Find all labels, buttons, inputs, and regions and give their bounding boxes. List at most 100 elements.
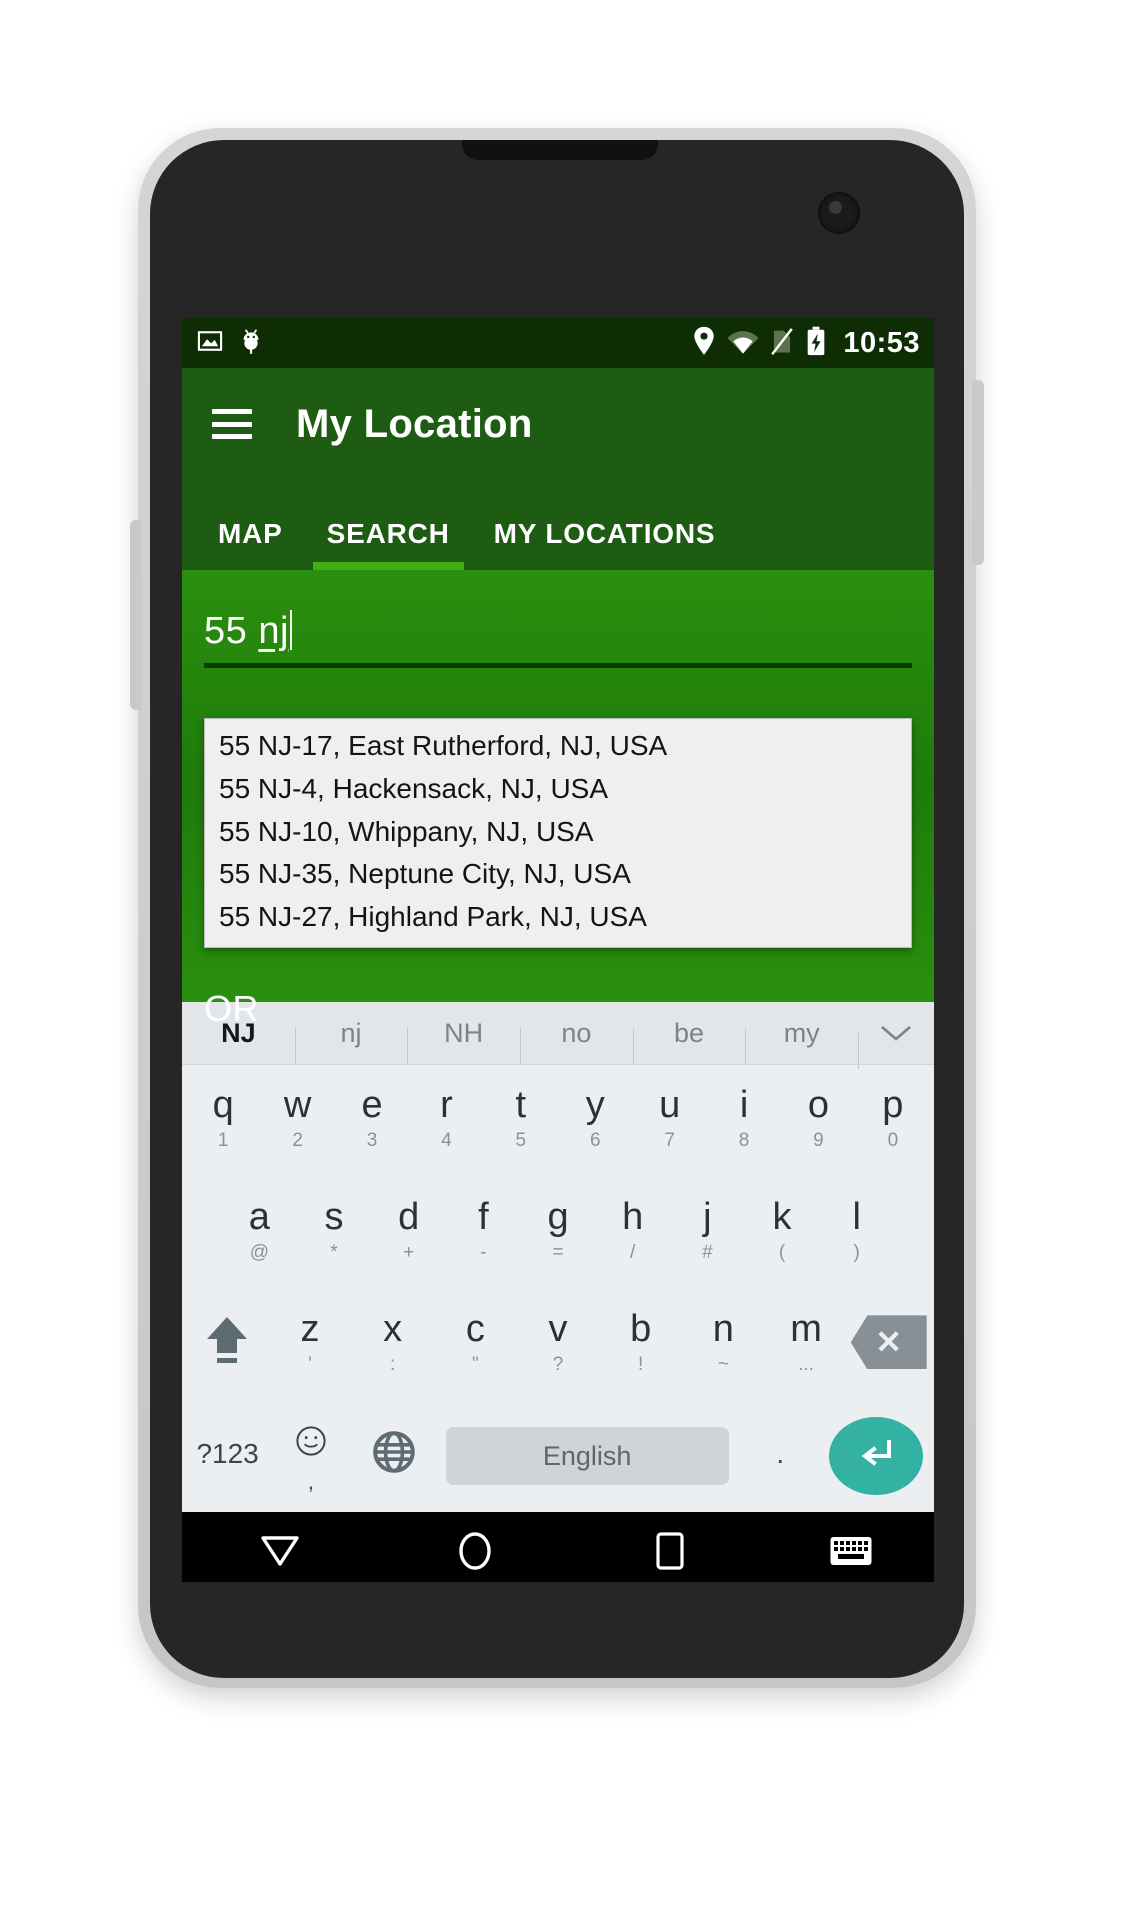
key-g[interactable]: g = xyxy=(521,1177,596,1289)
key-sublabel: 5 xyxy=(515,1130,527,1152)
key-sublabel: 8 xyxy=(738,1130,750,1152)
key-n[interactable]: n ~ xyxy=(682,1289,765,1401)
key-j[interactable]: j # xyxy=(670,1177,745,1289)
suggestion-chip[interactable]: nj xyxy=(294,1018,408,1064)
android-debug-icon xyxy=(238,326,264,361)
home-circle-icon[interactable] xyxy=(377,1528,572,1574)
key-y[interactable]: y6 xyxy=(558,1065,632,1177)
suggestion-chip[interactable]: NJ xyxy=(182,1018,295,1049)
enter-key[interactable] xyxy=(828,1417,923,1496)
key-o[interactable]: o9 xyxy=(781,1065,855,1177)
chevron-down-icon[interactable] xyxy=(858,1023,934,1069)
search-input[interactable]: 55 nj xyxy=(204,610,292,653)
key-sublabel: 4 xyxy=(441,1130,452,1152)
key-label: r xyxy=(440,1084,453,1127)
key-label: c xyxy=(465,1307,485,1350)
search-input-prefix: 55 xyxy=(204,610,259,652)
enter-return-icon xyxy=(853,1434,899,1479)
key-f[interactable]: f- xyxy=(446,1177,521,1289)
key-sublabel: @ xyxy=(249,1242,269,1264)
emoji-key[interactable]: , xyxy=(269,1424,352,1494)
wifi-icon xyxy=(727,327,759,360)
status-bar-system-icons: 10:53 xyxy=(692,326,920,361)
keyboard-row-4: ?123 , English . xyxy=(182,1400,934,1512)
volume-button[interactable] xyxy=(130,520,142,710)
key-label: i xyxy=(739,1084,749,1127)
symbols-key[interactable]: ?123 xyxy=(186,1400,269,1512)
key-sublabel: - xyxy=(480,1242,487,1264)
keyboard-toggle-icon[interactable] xyxy=(768,1534,934,1568)
key-sublabel: ! xyxy=(638,1353,644,1375)
key-sublabel: / xyxy=(630,1242,636,1264)
app-bar: My Location xyxy=(182,368,934,480)
key-sublabel: ~ xyxy=(717,1353,729,1375)
key-sublabel: 9 xyxy=(813,1130,824,1152)
location-pin-icon xyxy=(692,326,716,361)
key-b[interactable]: b! xyxy=(599,1289,682,1401)
key-sublabel: " xyxy=(471,1353,479,1375)
shift-key[interactable] xyxy=(186,1289,269,1401)
navigation-bar xyxy=(182,1512,934,1582)
key-sublabel: ( xyxy=(778,1242,786,1264)
suggestion-chip[interactable]: no xyxy=(520,1018,633,1064)
phone-screen: 10:53 My Location MAP SEARCH MY LOCATION… xyxy=(182,318,934,1582)
tab-my-locations[interactable]: MY LOCATIONS xyxy=(472,518,738,570)
suggestion-chip[interactable]: NH xyxy=(407,1018,520,1064)
page-title: My Location xyxy=(296,401,533,446)
hamburger-menu-icon[interactable] xyxy=(212,409,252,439)
list-item[interactable]: 55 NJ-17, East Rutherford, NJ, USA xyxy=(205,725,911,768)
tab-map[interactable]: MAP xyxy=(196,518,305,570)
key-label: d xyxy=(398,1196,420,1239)
key-w[interactable]: w2 xyxy=(260,1065,334,1177)
key-s[interactable]: s * xyxy=(297,1177,372,1289)
recents-square-icon[interactable] xyxy=(573,1529,768,1573)
key-l[interactable]: l) xyxy=(819,1177,894,1289)
key-z[interactable]: z ' xyxy=(269,1289,352,1401)
list-item[interactable]: 55 NJ-4, Hackensack, NJ, USA xyxy=(205,768,911,811)
key-h[interactable]: h / xyxy=(595,1177,670,1289)
key-label: e xyxy=(361,1084,383,1127)
period-key[interactable]: . xyxy=(739,1400,822,1512)
space-key[interactable]: English xyxy=(445,1427,729,1486)
suggestion-chip[interactable]: be xyxy=(632,1018,746,1064)
key-u[interactable]: u7 xyxy=(632,1065,706,1177)
backspace-key[interactable]: ✕ xyxy=(847,1289,930,1401)
key-p[interactable]: p0 xyxy=(856,1065,930,1177)
list-item[interactable]: 55 NJ-10, Whippany, NJ, USA xyxy=(205,811,911,854)
key-r[interactable]: r4 xyxy=(409,1065,483,1177)
tab-search[interactable]: SEARCH xyxy=(305,518,472,570)
language-switch-key[interactable] xyxy=(352,1400,435,1512)
key-sublabel: # xyxy=(702,1242,713,1264)
text-caret xyxy=(289,610,292,650)
suggestion-chip[interactable]: my xyxy=(745,1018,858,1064)
no-sim-icon xyxy=(770,326,794,361)
list-item[interactable]: 55 NJ-27, Highland Park, NJ, USA xyxy=(205,896,911,939)
list-item[interactable]: 55 NJ-35, Neptune City, NJ, USA xyxy=(205,853,911,896)
key-label: n xyxy=(712,1307,734,1350)
key-a[interactable]: a @ xyxy=(222,1177,297,1289)
key-e[interactable]: e3 xyxy=(335,1065,409,1177)
keyboard-suggestion-strip: NJ nj NH no be my xyxy=(182,1002,934,1069)
key-sublabel: * xyxy=(330,1242,338,1264)
key-label: v xyxy=(548,1307,568,1350)
key-i[interactable]: i8 xyxy=(707,1065,781,1177)
key-c[interactable]: c " xyxy=(434,1289,517,1401)
screenshot-image-icon xyxy=(196,327,224,360)
key-k[interactable]: k( xyxy=(745,1177,820,1289)
key-label: m xyxy=(790,1307,822,1350)
status-bar-notifications xyxy=(196,326,264,361)
key-m[interactable]: m... xyxy=(765,1289,848,1401)
key-sublabel: , xyxy=(307,1468,314,1494)
key-t[interactable]: t5 xyxy=(484,1065,558,1177)
power-button[interactable] xyxy=(972,380,984,565)
search-field-wrapper: 55 nj xyxy=(204,570,912,668)
key-label: . xyxy=(776,1438,785,1470)
back-down-triangle-icon[interactable] xyxy=(182,1530,377,1572)
key-sublabel: ? xyxy=(552,1353,564,1375)
battery-charging-icon xyxy=(805,326,827,361)
key-v[interactable]: v? xyxy=(517,1289,600,1401)
key-d[interactable]: d + xyxy=(371,1177,446,1289)
key-q[interactable]: q1 xyxy=(186,1065,260,1177)
search-input-composing: nj xyxy=(258,610,289,652)
key-x[interactable]: x: xyxy=(351,1289,434,1401)
